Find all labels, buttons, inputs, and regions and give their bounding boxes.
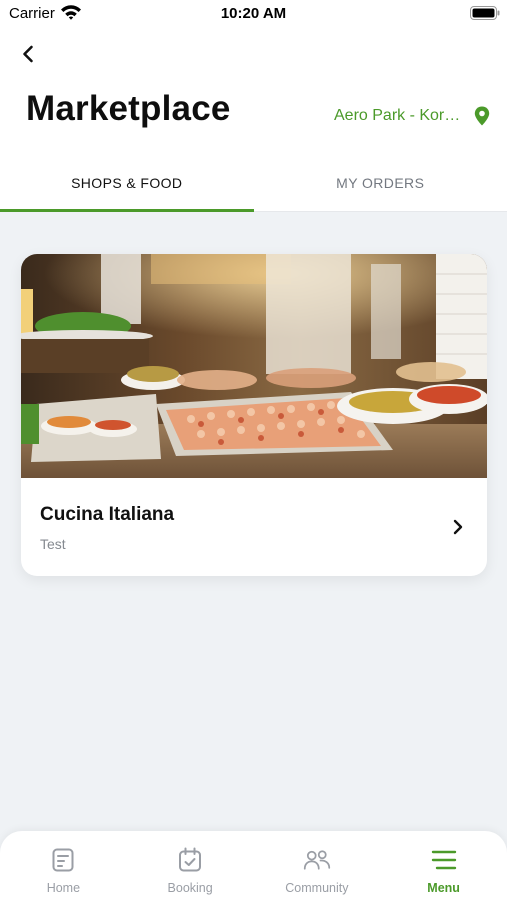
shop-card[interactable]: Cucina Italiana Test [21, 254, 487, 576]
battery-icon [470, 6, 500, 20]
people-icon [303, 850, 330, 870]
tab-my-orders[interactable]: MY ORDERS [254, 155, 507, 211]
shop-name: Cucina Italiana [40, 504, 175, 525]
nav-label-menu: Menu [427, 881, 460, 895]
nav-label-community: Community [285, 881, 349, 895]
shop-image [21, 254, 487, 478]
page-title: Marketplace [26, 89, 231, 128]
nav-item-home[interactable]: Home [0, 831, 127, 900]
menu-icon [431, 850, 456, 870]
header-area: Carrier 10:20 AM Marketplace Aero Park -… [0, 0, 507, 212]
status-bar: Carrier 10:20 AM [0, 0, 507, 28]
nav-label-booking: Booking [167, 881, 213, 895]
nav-item-community[interactable]: Community [254, 831, 381, 900]
nav-item-menu[interactable]: Menu [380, 831, 507, 900]
calendar-check-icon [179, 847, 202, 872]
nav-label-home: Home [46, 881, 81, 895]
location-pin-icon [474, 106, 490, 126]
nav-item-booking[interactable]: Booking [127, 831, 254, 900]
tab-bar: SHOPS & FOOD MY ORDERS [0, 155, 507, 212]
chevron-left-icon [23, 45, 33, 63]
shop-description: Test [40, 536, 66, 552]
location-label: Aero Park - Kortrijk [334, 107, 462, 124]
status-time: 10:20 AM [220, 5, 287, 22]
bottom-nav: Home Booking Community Menu [0, 831, 507, 900]
location-selector[interactable]: Aero Park - Kortrijk [334, 104, 490, 128]
home-icon [52, 848, 74, 872]
chevron-right-icon [453, 519, 463, 535]
back-button[interactable] [14, 40, 42, 68]
tab-shops-food[interactable]: SHOPS & FOOD [0, 155, 254, 212]
